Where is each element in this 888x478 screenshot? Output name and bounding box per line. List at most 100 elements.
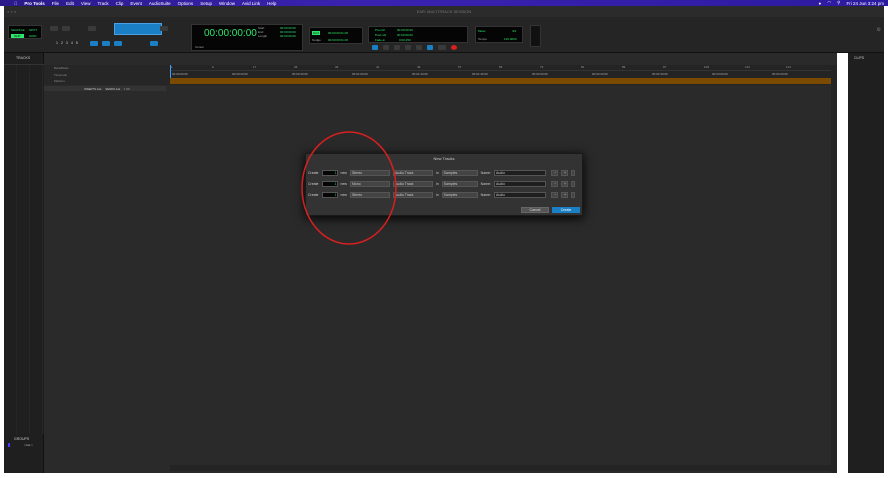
tracks-list[interactable]: [4, 64, 44, 434]
zoom-preset-2[interactable]: 2: [61, 41, 63, 45]
drag-handle[interactable]: [570, 180, 575, 187]
menu-avid-link[interactable]: Avid Link: [242, 1, 260, 6]
mode-shuffle[interactable]: SHUFFLE: [11, 28, 25, 32]
timebase-select[interactable]: Samples: [441, 180, 478, 187]
marker-ruler[interactable]: [170, 78, 831, 84]
menu-window[interactable]: Window: [219, 1, 235, 6]
menu-app[interactable]: Pro Tools: [24, 1, 44, 6]
zoom-preset-1[interactable]: 1: [56, 41, 58, 45]
playhead[interactable]: [170, 65, 171, 78]
menu-help[interactable]: Help: [267, 1, 276, 6]
datetime[interactable]: Fri 24 Jun 3:24 pm: [846, 1, 884, 6]
menu-edit[interactable]: Edit: [66, 1, 74, 6]
apple-icon[interactable]: : [14, 1, 17, 6]
preroll-value[interactable]: 00:00:00:00: [397, 28, 413, 32]
track-count-field[interactable]: 1: [321, 180, 338, 187]
bar-tick-label: 89: [622, 65, 626, 69]
mode-button[interactable]: [90, 41, 98, 46]
zoom-preset-5[interactable]: 5: [76, 41, 78, 45]
timeline-ruler[interactable]: 1 9 17 25 33 41 49 57 65 73 81 89 97 105 113 121 00:00:…: [170, 65, 831, 85]
window-title: EAR: MULTITRACK SESSION: [416, 9, 472, 14]
in-label: in: [435, 181, 439, 186]
zoom-preset-3[interactable]: 3: [66, 41, 68, 45]
remove-row-button[interactable]: −: [550, 169, 558, 176]
tracks-panel-title: TRACKS: [16, 56, 31, 60]
track-type-select[interactable]: Audio Track: [392, 169, 433, 176]
format-select[interactable]: Mono: [349, 180, 390, 187]
fadein-label: Fade-in: [375, 38, 386, 42]
horizontal-scrollbar[interactable]: [170, 465, 831, 471]
preroll-label: Pre-roll: [375, 28, 385, 32]
window-controls[interactable]: ● ● ●: [7, 6, 16, 17]
menu-audiosuite[interactable]: AudioSuite: [149, 1, 171, 6]
edit-mode-panel: SHUFFLE SPOT SLIP GRID: [8, 25, 42, 39]
drag-handle[interactable]: [570, 169, 575, 176]
zoom-in-button[interactable]: [62, 26, 70, 31]
fadein-value[interactable]: 0:00.250: [399, 38, 411, 42]
track-count-field[interactable]: 1: [321, 191, 338, 198]
timebase-select[interactable]: Samples: [441, 169, 478, 176]
vertical-scrollbar[interactable]: [831, 65, 837, 473]
track-type-select[interactable]: Audio Track: [392, 191, 433, 198]
settings-icon[interactable]: ⚙: [877, 27, 881, 33]
tempo-value[interactable]: 120.0000: [504, 37, 517, 41]
postroll-value[interactable]: 00:00:00:00: [397, 33, 413, 37]
record-button[interactable]: [451, 45, 457, 50]
track-count-field[interactable]: 1: [321, 169, 338, 176]
new-track-row: Create 1 new Stereo Audio Track in Sampl…: [308, 191, 575, 198]
timecode-tick-label: 00:00:00:00: [172, 72, 188, 76]
menu-track[interactable]: Track: [98, 1, 109, 6]
mode-spot[interactable]: SPOT: [29, 28, 37, 32]
menu-clip[interactable]: Clip: [116, 1, 124, 6]
format-select[interactable]: Stereo: [349, 191, 390, 198]
online-button[interactable]: [372, 45, 378, 50]
add-row-button[interactable]: +: [560, 180, 568, 187]
group-item-all[interactable]: <ALL>: [24, 443, 33, 447]
zoom-preset-4[interactable]: 4: [71, 41, 73, 45]
zoom-out-button[interactable]: [50, 26, 58, 31]
main-counter-value[interactable]: 00:00:00:00: [204, 28, 257, 39]
grid-value[interactable]: 00:00:00:01.00: [328, 31, 348, 35]
stop-button[interactable]: [427, 45, 433, 50]
zoom-toggle-button[interactable]: [88, 26, 96, 31]
add-row-button[interactable]: +: [560, 169, 568, 176]
menu-setup[interactable]: Setup: [200, 1, 212, 6]
in-label: in: [435, 170, 439, 175]
length-value[interactable]: 00:00:00:00: [280, 34, 296, 38]
nudge-value[interactable]: 00:00:00:01.00: [328, 38, 348, 42]
grid-label[interactable]: Grid: [312, 31, 320, 35]
format-select[interactable]: Stereo: [349, 169, 390, 176]
fast-forward-button[interactable]: [405, 45, 411, 50]
menu-options[interactable]: Options: [178, 1, 194, 6]
meter-value[interactable]: 4/4: [512, 29, 516, 33]
track-name-input[interactable]: Audio: [493, 180, 546, 187]
timebase-select[interactable]: Samples: [441, 191, 478, 198]
go-to-end-button[interactable]: [416, 45, 422, 50]
track-name-input[interactable]: Audio: [493, 191, 546, 198]
mode-button[interactable]: [102, 41, 110, 46]
remove-row-button[interactable]: −: [550, 180, 558, 187]
status-icon[interactable]: ●: [819, 1, 822, 6]
cancel-button[interactable]: Cancel: [521, 207, 549, 213]
rewind-button[interactable]: [394, 45, 400, 50]
menu-view[interactable]: View: [81, 1, 91, 6]
track-name-input[interactable]: Audio: [493, 169, 546, 176]
link-button[interactable]: [150, 41, 158, 46]
mode-grid[interactable]: GRID: [29, 34, 37, 38]
remove-row-button[interactable]: −: [550, 191, 558, 198]
menu-file[interactable]: File: [52, 1, 59, 6]
return-to-zero-button[interactable]: [383, 45, 389, 50]
track-type-select[interactable]: Audio Track: [392, 180, 433, 187]
play-button[interactable]: [438, 45, 446, 50]
pencil-tool[interactable]: [160, 26, 168, 31]
create-button[interactable]: Create: [552, 207, 580, 213]
bar-tick-label: 73: [540, 65, 544, 69]
mode-slip[interactable]: SLIP: [11, 34, 24, 38]
add-row-button[interactable]: +: [560, 191, 568, 198]
bar-tick-label: 33: [335, 65, 339, 69]
edit-tools[interactable]: [114, 23, 162, 35]
menu-event[interactable]: Event: [130, 1, 142, 6]
bar-tick-label: 49: [417, 65, 421, 69]
mode-button[interactable]: [114, 41, 122, 46]
drag-handle[interactable]: [570, 191, 575, 198]
